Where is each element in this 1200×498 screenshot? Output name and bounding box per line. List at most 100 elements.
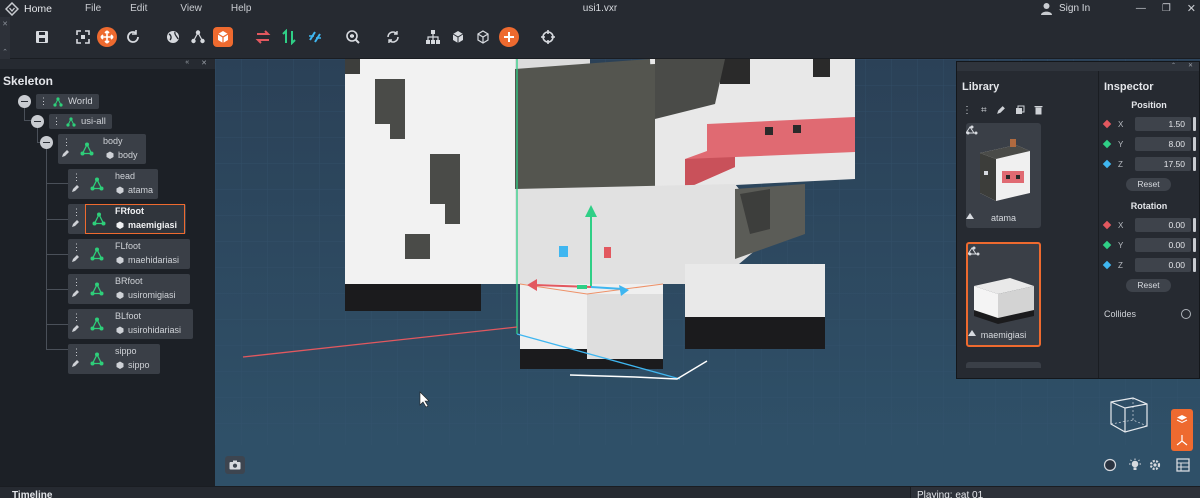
position-y-input[interactable]: 8.00 [1135,137,1191,151]
pencil-icon[interactable] [71,289,80,298]
tree-node-body[interactable]: ⋮ body body [58,134,146,164]
rotation-reset-button[interactable]: Reset [1126,279,1171,292]
tree-node-usi-all[interactable]: ⋮ usi-all [49,114,112,129]
mesh-name: usirohidariasi [116,325,181,335]
position-x-slider[interactable] [1193,117,1196,131]
mesh-label: body [118,150,138,160]
menu-file[interactable]: File [85,3,101,14]
rotation-z-slider[interactable] [1193,258,1196,272]
save-button[interactable] [32,27,52,47]
target-button[interactable] [538,27,558,47]
menu-edit[interactable]: Edit [130,3,147,14]
toolbar-collapse-strip[interactable]: ✕ ⌃ [0,17,10,59]
kebab-icon[interactable]: ⋮ [62,137,71,148]
shading-button[interactable] [1100,456,1120,474]
position-z-input[interactable]: 17.50 [1135,157,1191,171]
kebab-icon[interactable]: ⋮ [72,207,81,218]
view-cube-icon[interactable] [1105,394,1151,434]
floating-window-header[interactable]: ⌃ ✕ [957,62,1199,71]
close-window-icon[interactable]: ✕ [1188,62,1193,71]
voxel-box-button[interactable] [213,27,233,47]
refresh-button[interactable] [383,27,403,47]
kebab-icon[interactable]: ⋮ [52,116,61,127]
layers-toggle-button[interactable] [1171,409,1193,451]
menu-bar: Home File Edit View Help [0,0,1200,17]
mirror-button[interactable] [305,27,325,47]
search-3d-button[interactable] [343,27,363,47]
duplicate-icon[interactable] [1015,105,1025,115]
library-item-atama[interactable]: atama [966,123,1041,228]
kebab-icon[interactable]: ⋮ [72,172,81,183]
collapse-body-toggle[interactable] [40,136,53,149]
hierarchy-button[interactable] [423,27,443,47]
rotation-y-input[interactable]: 0.00 [1135,238,1191,252]
crop-icon[interactable]: ⌗ [981,105,987,116]
collapse-window-icon[interactable]: ⌃ [1171,62,1176,71]
library-item-partial[interactable] [966,362,1041,368]
tree-line [46,289,68,290]
voxel-box-icon [217,31,229,43]
add-button[interactable] [499,27,519,47]
cube-solid-button[interactable] [448,27,468,47]
fit-view-button[interactable] [73,27,93,47]
collapse-world-toggle[interactable] [18,95,31,108]
position-x-input[interactable]: 1.50 [1135,117,1191,131]
rotation-z-input[interactable]: 0.00 [1135,258,1191,272]
pencil-icon[interactable] [71,184,80,193]
tree-node-blfoot[interactable]: ⋮ BLfoot usirohidariasi [68,309,193,339]
pencil-icon[interactable] [996,105,1006,115]
kebab-icon[interactable]: ⋮ [72,312,81,323]
render-settings-button[interactable] [1145,456,1165,474]
y-axis-label: Y [1118,240,1124,250]
pencil-icon[interactable] [71,324,80,333]
pencil-icon[interactable] [71,359,80,368]
collides-radio[interactable] [1181,309,1191,319]
library-item-maemigiasi[interactable]: maemigiasi [966,242,1041,347]
tree-node-brfoot[interactable]: ⋮ BRfoot usiromigiasi [68,274,190,304]
position-reset-button[interactable]: Reset [1126,178,1171,191]
collapse-usi-all-toggle[interactable] [31,115,44,128]
sign-in-button[interactable]: Sign In [1040,0,1090,17]
grid-icon [1176,458,1190,472]
kebab-icon[interactable]: ⋮ [72,277,81,288]
app-logo-icon[interactable] [3,0,21,17]
kebab-icon[interactable]: ⋮ [39,96,48,107]
close-panel-icon[interactable]: ✕ [201,59,207,69]
move-tool-button[interactable] [97,27,117,47]
grid-toggle-button[interactable] [1173,456,1193,474]
pencil-icon[interactable] [61,149,70,158]
restore-icon[interactable]: ❐ [1162,3,1171,14]
mesh-cube-icon [106,151,114,159]
menu-help[interactable]: Help [231,3,252,14]
swap-vertical-button[interactable] [279,27,299,47]
globe-button[interactable] [163,27,183,47]
tree-node-world[interactable]: ⋮ World [36,94,99,109]
collapse-panel-icon[interactable]: « [185,59,189,69]
close-icon[interactable]: ✕ [1187,2,1196,15]
rotation-y-slider[interactable] [1193,238,1196,252]
world-bone-icon [53,96,63,107]
tree-node-frfoot[interactable]: ⋮ FRfoot maemigiasi [68,204,186,234]
menu-view[interactable]: View [180,3,202,14]
trash-icon[interactable] [1034,105,1043,115]
rotate-tool-button[interactable] [123,27,143,47]
tree-node-flfoot[interactable]: ⋮ FLfoot maehidariasi [68,239,190,269]
pencil-icon[interactable] [71,219,80,228]
lighting-button[interactable] [1125,456,1145,474]
tree-node-sippo[interactable]: ⋮ sippo sippo [68,344,160,374]
kebab-icon[interactable]: ⋮ [72,347,81,358]
position-z-slider[interactable] [1193,157,1196,171]
pivot-button[interactable] [188,27,208,47]
kebab-icon[interactable]: ⋮ [962,105,972,116]
kebab-icon[interactable]: ⋮ [72,242,81,253]
rotation-x-input[interactable]: 0.00 [1135,218,1191,232]
swap-horizontal-button[interactable] [253,27,273,47]
tree-node-head[interactable]: ⋮ head atama [68,169,158,199]
screenshot-button[interactable] [225,456,245,474]
minimize-icon[interactable]: — [1136,3,1146,14]
menu-home[interactable]: Home [24,3,52,15]
pencil-icon[interactable] [71,254,80,263]
position-y-slider[interactable] [1193,137,1196,151]
rotation-x-slider[interactable] [1193,218,1196,232]
cube-outline-button[interactable] [473,27,493,47]
